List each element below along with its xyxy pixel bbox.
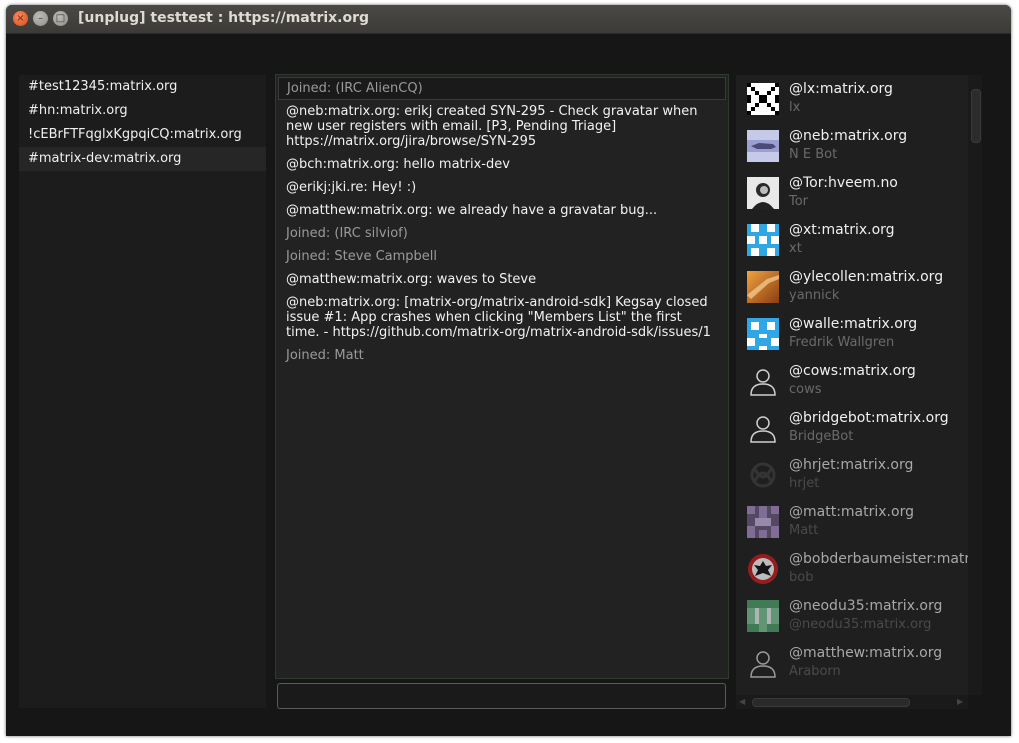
member-id: @walle:matrix.org — [789, 316, 918, 332]
member-item[interactable]: @lx:matrix.org lx — [736, 75, 968, 122]
member-list-horizontal-scrollbar[interactable]: ◀ ▶ — [736, 695, 968, 709]
message-join: Joined: Steve Campbell — [286, 249, 438, 264]
member-list: @lx:matrix.org lx @neb:matrix.org N E Bo… — [736, 75, 968, 695]
message: @neb:matrix.org: [matrix-org/matrix-andr… — [286, 295, 711, 340]
window-title: [unplug] testtest : https://matrix.org — [78, 10, 370, 26]
message: @matthew:matrix.org: we already have a g… — [286, 203, 658, 218]
identicon-purple-icon — [747, 506, 779, 538]
member-display-name: Araborn — [789, 664, 841, 679]
member-display-name: lx — [789, 100, 801, 115]
member-id: @bridgebot:matrix.org — [789, 410, 949, 426]
default-user-icon — [750, 651, 776, 678]
member-id: @neodu35:matrix.org — [789, 598, 943, 614]
member-item[interactable]: @Tor:hveem.no Tor — [736, 169, 968, 216]
member-item[interactable]: @hrjet:matrix.org hrjet — [736, 451, 968, 498]
member-id: @ylecollen:matrix.org — [789, 269, 944, 285]
identicon-green-icon — [747, 600, 779, 632]
message-join: Joined: Matt — [286, 348, 364, 363]
member-display-name: BridgeBot — [789, 429, 854, 444]
minimize-icon[interactable]: – — [33, 11, 48, 26]
member-item[interactable]: @bridgebot:matrix.org BridgeBot — [736, 404, 968, 451]
member-item[interactable]: @neb:matrix.org N E Bot — [736, 122, 968, 169]
member-id: @hrjet:matrix.org — [789, 457, 914, 473]
member-item[interactable]: @xt:matrix.org xt — [736, 216, 968, 263]
message-join: Joined: (IRC AlienCQ) — [278, 77, 726, 100]
member-item[interactable]: @matthew:matrix.org Araborn — [736, 639, 968, 686]
member-item[interactable]: @bobderbaumeister:matrix.org bob — [736, 545, 968, 592]
member-display-name: N E Bot — [789, 147, 838, 162]
message-join: Joined: (IRC silviof) — [286, 226, 408, 241]
member-display-name: cows — [789, 382, 822, 397]
member-display-name: @neodu35:matrix.org — [789, 617, 932, 632]
member-display-name: bob — [789, 570, 814, 585]
member-id: @lx:matrix.org — [789, 81, 893, 97]
member-display-name: Matt — [789, 523, 819, 538]
qr-avatar-icon — [747, 83, 779, 115]
title-bar[interactable]: × – □ [unplug] testtest : https://matrix… — [6, 5, 1011, 34]
message: @bch:matrix.org: hello matrix-dev — [286, 157, 510, 172]
maximize-icon[interactable]: □ — [53, 11, 68, 26]
message-input[interactable] — [277, 683, 726, 709]
knot-avatar-icon — [750, 462, 776, 488]
member-display-name: yannick — [789, 288, 840, 303]
member-item[interactable]: @ylecollen:matrix.org yannick — [736, 263, 968, 310]
room-item[interactable]: !cEBrFTFqglxKgpqiCQ:matrix.org — [19, 123, 266, 147]
message: @matthew:matrix.org: waves to Steve — [286, 272, 537, 287]
bot-avatar-icon — [747, 130, 779, 162]
scroll-left-icon[interactable]: ◀ — [739, 697, 745, 706]
member-id: @bobderbaumeister:matrix.org — [789, 551, 968, 567]
message: @neb:matrix.org: erikj created SYN-295 -… — [286, 104, 698, 149]
member-display-name: Tor — [789, 194, 809, 209]
member-display-name: xt — [789, 241, 802, 256]
member-id: @matthew:matrix.org — [789, 645, 943, 661]
member-id: @xt:matrix.org — [789, 222, 895, 238]
room-item[interactable]: #hn:matrix.org — [19, 99, 266, 123]
member-id: @Tor:hveem.no — [789, 175, 898, 191]
scrollbar-thumb[interactable] — [752, 698, 910, 707]
eagle-crest-icon — [748, 554, 778, 584]
member-id: @neb:matrix.org — [789, 128, 908, 144]
member-item[interactable]: @matt:matrix.org Matt — [736, 498, 968, 545]
orange-photo-avatar-icon — [747, 271, 779, 303]
room-item-selected[interactable]: #matrix-dev:matrix.org — [19, 147, 266, 171]
identicon-blue-icon — [747, 224, 779, 256]
scroll-right-icon[interactable]: ▶ — [957, 697, 963, 706]
member-id: @cows:matrix.org — [789, 363, 916, 379]
member-item[interactable]: @cows:matrix.org cows — [736, 357, 968, 404]
member-item[interactable]: @neodu35:matrix.org @neodu35:matrix.org — [736, 592, 968, 639]
default-user-icon — [750, 369, 776, 396]
member-id: @matt:matrix.org — [789, 504, 914, 520]
member-display-name: hrjet — [789, 476, 820, 491]
room-item[interactable]: #test12345:matrix.org — [19, 75, 266, 99]
message: @erikj:jki.re: Hey! :) — [286, 180, 417, 195]
photo-avatar-icon — [747, 177, 779, 209]
default-user-icon — [750, 416, 776, 443]
member-list-vertical-scrollbar[interactable] — [968, 75, 982, 695]
identicon-blue-icon — [747, 318, 779, 350]
member-display-name: Fredrik Wallgren — [789, 335, 895, 350]
member-item[interactable]: @walle:matrix.org Fredrik Wallgren — [736, 310, 968, 357]
scrollbar-thumb[interactable] — [971, 89, 981, 143]
message-log[interactable]: Joined: (IRC AlienCQ) @neb:matrix.org: e… — [275, 74, 729, 679]
close-icon[interactable]: × — [13, 11, 28, 26]
room-list: #test12345:matrix.org #hn:matrix.org !cE… — [19, 75, 266, 708]
